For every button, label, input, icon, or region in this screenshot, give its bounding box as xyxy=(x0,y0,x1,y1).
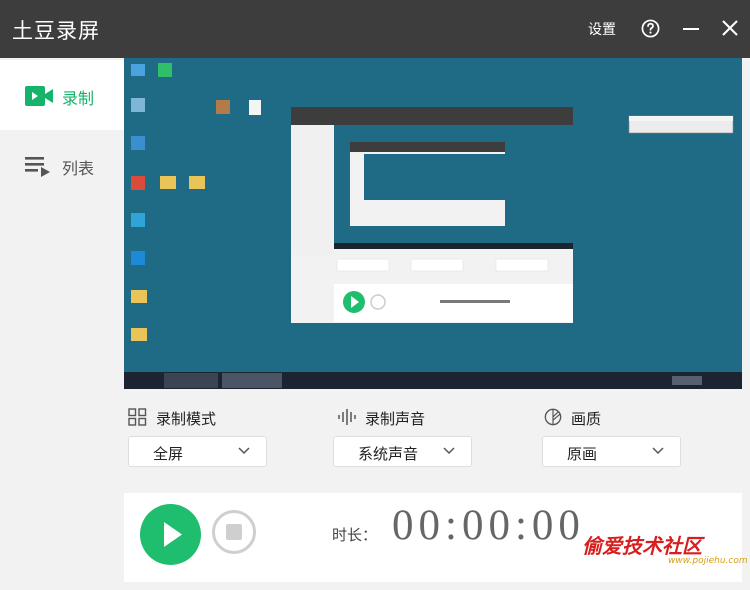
stop-record-button[interactable] xyxy=(212,510,256,554)
grid-icon xyxy=(128,408,147,426)
chevron-down-icon xyxy=(652,447,664,455)
chevron-down-icon xyxy=(238,447,250,455)
sidebar-item-label: 录制 xyxy=(62,89,95,108)
screen-preview xyxy=(124,58,742,389)
quality-select[interactable]: 原画 xyxy=(542,436,681,467)
sidebar-item-list[interactable]: 列表 xyxy=(0,130,124,200)
app-title: 土豆录屏 xyxy=(12,19,100,43)
recording-settings: 录制模式 全屏 录制声音 系统声音 画质 原画 xyxy=(124,396,742,484)
sidebar: 录制 列表 xyxy=(0,58,124,590)
soundwave-icon xyxy=(338,409,356,425)
watermark: 偷爱技术社区 www.pojiehu.com xyxy=(582,530,748,570)
minimize-icon[interactable] xyxy=(682,20,700,38)
record-mode-title: 录制模式 xyxy=(156,410,217,428)
stop-icon xyxy=(226,524,242,540)
duration-value: 00:00:00 xyxy=(392,502,585,549)
settings-link[interactable]: 设置 xyxy=(588,19,616,39)
record-audio-select[interactable]: 系统声音 xyxy=(333,436,472,467)
quality-title: 画质 xyxy=(571,410,602,428)
record-audio-value: 系统声音 xyxy=(358,445,419,463)
quality-value: 原画 xyxy=(567,445,598,463)
captured-window xyxy=(291,107,573,323)
quality-icon xyxy=(544,408,562,426)
title-bar: 土豆录屏 设置 xyxy=(0,0,750,58)
desktop-thumbnail xyxy=(124,58,742,389)
sidebar-item-label: 列表 xyxy=(62,159,95,178)
duration-label: 时长： xyxy=(332,526,378,544)
chevron-down-icon xyxy=(443,447,455,455)
watermark-title: 偷爱技术社区 xyxy=(582,534,702,558)
help-icon[interactable] xyxy=(641,19,660,38)
start-record-button[interactable] xyxy=(140,504,201,565)
record-audio-title: 录制声音 xyxy=(365,410,426,428)
list-icon xyxy=(25,157,50,177)
close-icon[interactable] xyxy=(721,19,739,37)
video-camera-icon xyxy=(25,86,53,106)
record-mode-select[interactable]: 全屏 xyxy=(128,436,267,467)
play-icon xyxy=(164,522,182,547)
record-mode-value: 全屏 xyxy=(153,445,184,463)
sidebar-item-record[interactable]: 录制 xyxy=(0,60,124,130)
watermark-url: www.pojiehu.com xyxy=(668,556,748,566)
